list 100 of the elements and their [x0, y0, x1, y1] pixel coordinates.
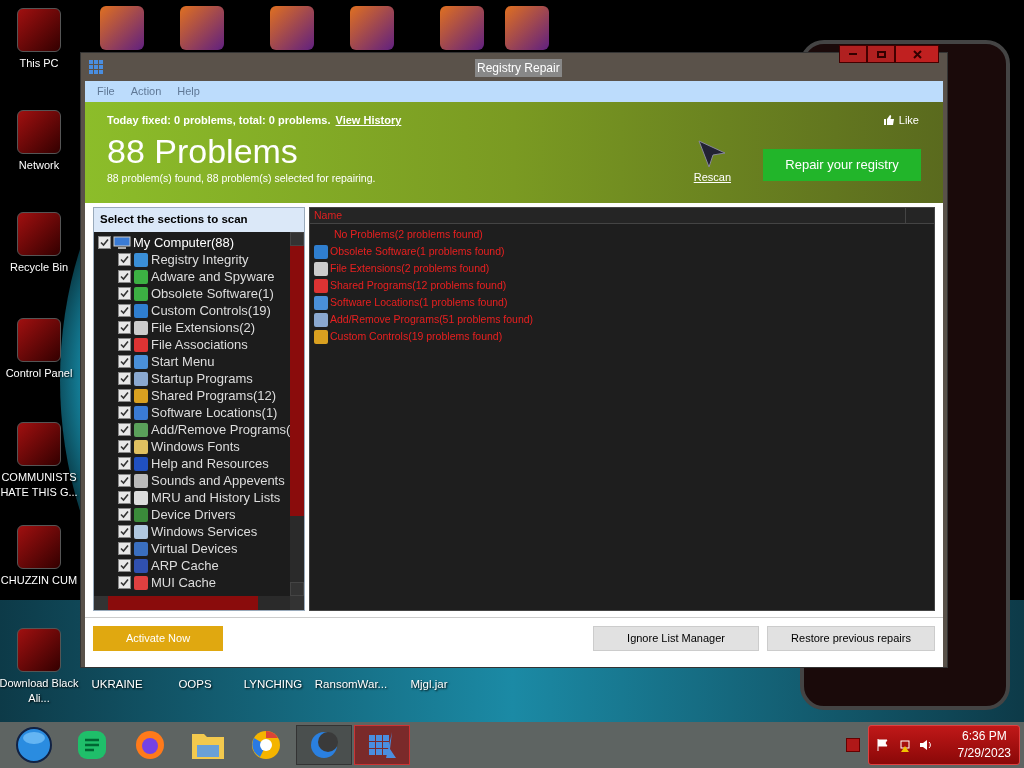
section-icon: [134, 354, 148, 369]
checkbox[interactable]: [118, 525, 131, 538]
icon-label[interactable]: This PC: [0, 56, 79, 71]
checkbox[interactable]: [118, 457, 131, 470]
icon-label[interactable]: CHUZZIN CUM: [0, 573, 79, 588]
desktop-icon[interactable]: [17, 110, 61, 154]
desktop-icon[interactable]: [100, 6, 144, 50]
section-icon: [134, 507, 148, 522]
panel-heading: Select the sections to scan: [94, 208, 304, 232]
icon-label[interactable]: Mjgl.jar: [390, 676, 468, 694]
start-orb-icon[interactable]: [15, 726, 53, 764]
checkbox[interactable]: [118, 304, 131, 317]
checkbox[interactable]: [118, 559, 131, 572]
section-icon: [134, 558, 148, 573]
computer-icon: [113, 235, 131, 250]
desktop-icon[interactable]: [17, 525, 61, 569]
section-icon: [134, 337, 148, 352]
rescan-link[interactable]: Rescan: [693, 168, 731, 185]
result-row[interactable]: Shared Programs(12 problems found): [330, 277, 507, 294]
restore-button[interactable]: Restore previous repairs: [767, 626, 935, 651]
checkbox[interactable]: [118, 270, 131, 283]
section-icon: [134, 524, 148, 539]
icon-label[interactable]: RansomWar...: [312, 676, 390, 694]
speaker-icon[interactable]: [919, 738, 933, 752]
taskbar-button[interactable]: [296, 725, 352, 765]
result-row[interactable]: Custom Controls(19 problems found): [330, 328, 503, 345]
icon-label[interactable]: Recycle Bin: [0, 260, 79, 275]
checkbox[interactable]: [118, 423, 131, 436]
checkbox[interactable]: [118, 338, 131, 351]
ignore-list-button[interactable]: Ignore List Manager: [593, 626, 759, 651]
section-icon: [134, 371, 148, 386]
horizontal-scrollbar[interactable]: [94, 596, 304, 610]
fixed-summary: Today fixed: 0 problems, total: 0 problems.: [107, 113, 331, 128]
problems-detail: 88 problem(s) found, 88 problem(s) selected for repairing.: [107, 170, 377, 186]
result-row[interactable]: Software Locations(1 problems found): [330, 294, 508, 311]
clock-date[interactable]: 7/29/2023: [957, 745, 1011, 762]
icon-label[interactable]: LYNCHING: [234, 676, 312, 694]
icon-label[interactable]: COMMUNISTS HATE THIS G...: [0, 470, 79, 500]
close-button[interactable]: [895, 45, 939, 63]
desktop-icon[interactable]: [270, 6, 314, 50]
result-row[interactable]: No Problems(2 problems found): [334, 226, 483, 243]
section-icon: [134, 490, 148, 505]
window-title: Registry Repair: [475, 59, 562, 77]
section-icon: [134, 473, 148, 488]
icon-label[interactable]: UKRAINE: [78, 676, 156, 694]
like-button[interactable]: Like: [882, 112, 919, 129]
section-icon: [134, 575, 148, 590]
checkbox[interactable]: [118, 321, 131, 334]
checkbox[interactable]: [118, 287, 131, 300]
section-icon: [134, 456, 148, 471]
checkbox[interactable]: [118, 406, 131, 419]
desktop-icon[interactable]: [180, 6, 224, 50]
section-icon: [134, 320, 148, 335]
section-icon: [134, 405, 148, 420]
section-icon: [134, 439, 148, 454]
close-icon: [912, 49, 922, 59]
icon-label[interactable]: Network: [0, 158, 79, 173]
crescent-icon[interactable]: [308, 729, 340, 761]
icon-label[interactable]: Download Black Ali...: [0, 676, 79, 706]
section-icon: [134, 541, 148, 556]
section-icon: [134, 286, 148, 301]
checkbox[interactable]: [118, 355, 131, 368]
checkbox[interactable]: [98, 236, 111, 249]
browser-icon[interactable]: [250, 729, 282, 761]
icon-label[interactable]: OOPS: [156, 676, 234, 694]
icon-label[interactable]: Control Panel: [0, 366, 79, 381]
chat-icon[interactable]: [77, 730, 107, 760]
desktop-icon[interactable]: [440, 6, 484, 50]
section-icon: [134, 303, 148, 318]
desktop-icon[interactable]: [17, 628, 61, 672]
section-icon: [134, 422, 148, 437]
checkbox[interactable]: [118, 542, 131, 555]
cursor-icon: [697, 138, 728, 169]
section-icon: [134, 269, 148, 284]
minimize-button[interactable]: [839, 45, 867, 63]
checkbox[interactable]: [118, 491, 131, 504]
desktop-icon[interactable]: [17, 422, 61, 466]
desktop-icon[interactable]: [350, 6, 394, 50]
result-row[interactable]: Add/Remove Programs(51 problems found): [330, 311, 534, 328]
result-row[interactable]: File Extensions(2 problems found): [330, 260, 490, 277]
checkbox[interactable]: [118, 576, 131, 589]
network-warning-icon[interactable]: [897, 738, 911, 752]
maximize-button[interactable]: [867, 45, 895, 63]
result-row[interactable]: Obsolete Software(1 problems found): [330, 243, 505, 260]
app-icon: [89, 60, 103, 74]
checkbox[interactable]: [118, 440, 131, 453]
checkbox[interactable]: [118, 508, 131, 521]
section-icon: [134, 388, 148, 403]
checkbox[interactable]: [118, 253, 131, 266]
checkbox[interactable]: [118, 474, 131, 487]
vertical-scrollbar[interactable]: [290, 232, 304, 596]
clock-time[interactable]: 6:36 PM: [961, 728, 1007, 745]
desktop-icon[interactable]: [17, 212, 61, 256]
checkbox[interactable]: [118, 389, 131, 402]
desktop-icon[interactable]: [17, 8, 61, 52]
desktop-icon[interactable]: [17, 318, 61, 362]
checkbox[interactable]: [118, 372, 131, 385]
desktop-icon[interactable]: [505, 6, 549, 50]
flag-icon[interactable]: [877, 738, 889, 752]
problems-headline: 88 Problems: [107, 130, 299, 171]
